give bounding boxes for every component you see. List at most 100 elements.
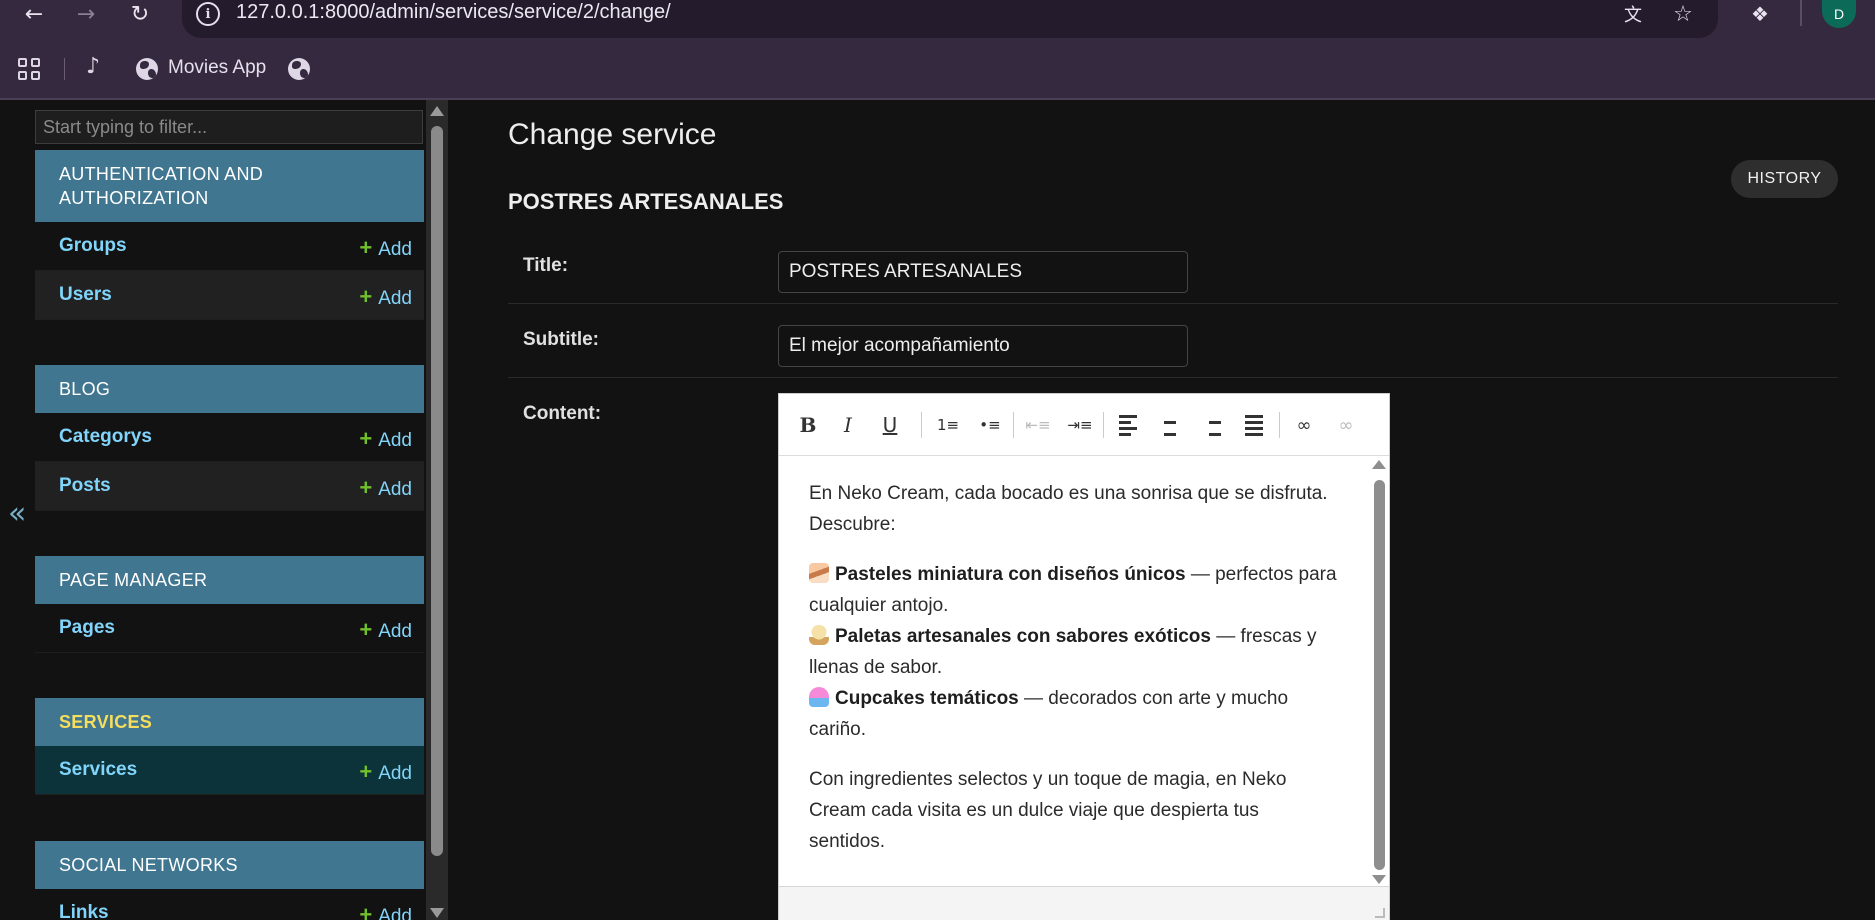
nav-filter-input[interactable]	[35, 110, 423, 144]
align-center-icon[interactable]	[1153, 410, 1187, 440]
profile-avatar[interactable]: D	[1822, 0, 1856, 28]
add-categorys-link[interactable]: + Add	[359, 426, 412, 452]
model-link-services[interactable]: Services	[59, 759, 137, 781]
plus-icon: +	[359, 284, 373, 309]
toolbar-separator	[1103, 412, 1104, 438]
model-link-links[interactable]: Links	[59, 902, 109, 920]
sidebar-scroll-thumb[interactable]	[431, 126, 443, 856]
scroll-up-icon[interactable]	[430, 106, 444, 116]
module-blog: BLOG Categorys + Add Posts + Add	[35, 365, 424, 511]
plus-icon: +	[359, 475, 373, 500]
ordered-list-icon[interactable]: 1≡	[931, 410, 965, 440]
history-button[interactable]: HISTORY	[1731, 160, 1838, 198]
editor-toolbar: B I U 1≡ •≡ ⇤≡ ⇥≡ ∞ ∞	[779, 394, 1389, 456]
globe-icon	[136, 58, 158, 80]
content-editor[interactable]: B I U 1≡ •≡ ⇤≡ ⇥≡ ∞ ∞ En Neko Cream, cad…	[778, 393, 1390, 920]
model-link-groups[interactable]: Groups	[59, 235, 127, 257]
model-row-posts: Posts + Add	[35, 462, 424, 511]
bullet-list-icon[interactable]: •≡	[973, 410, 1007, 440]
browser-chrome: ← → ↻ i 127.0.0.1:8000/admin/services/se…	[0, 0, 1875, 100]
forward-icon[interactable]: →	[68, 0, 104, 28]
add-pages-link[interactable]: + Add	[359, 617, 412, 643]
align-left-icon[interactable]	[1111, 410, 1145, 440]
outdent-icon[interactable]: ⇤≡	[1021, 410, 1055, 440]
bookmark-star-icon[interactable]: ☆	[1668, 0, 1698, 28]
editor-scroll-up-icon[interactable]	[1372, 460, 1386, 469]
subtitle-input[interactable]	[778, 325, 1188, 367]
back-icon[interactable]: ←	[16, 0, 52, 28]
content-label: Content:	[523, 403, 602, 424]
content-item-1: Pasteles miniatura con diseños únicos — …	[809, 563, 1337, 616]
plus-icon: +	[359, 759, 373, 784]
model-row-users: Users + Add	[35, 271, 424, 320]
align-right-icon[interactable]	[1195, 410, 1229, 440]
reload-icon[interactable]: ↻	[122, 0, 158, 28]
page-title: Change service	[508, 118, 717, 151]
editor-scroll-down-icon[interactable]	[1372, 875, 1386, 884]
toolbar-separator	[921, 412, 922, 438]
cupcake-icon	[809, 687, 829, 707]
plus-icon: +	[359, 235, 373, 260]
object-title: POSTRES ARTESANALES	[508, 189, 784, 214]
add-users-link[interactable]: + Add	[359, 284, 412, 310]
bookmarks-separator	[64, 58, 65, 80]
add-posts-link[interactable]: + Add	[359, 475, 412, 501]
module-caption-page-manager[interactable]: PAGE MANAGER	[35, 556, 424, 604]
editor-scrollbar[interactable]	[1369, 456, 1389, 886]
italic-icon[interactable]: I	[831, 410, 865, 440]
module-services: SERVICES Services + Add	[35, 698, 424, 795]
add-groups-link[interactable]: + Add	[359, 235, 412, 261]
model-link-posts[interactable]: Posts	[59, 475, 111, 497]
model-link-users[interactable]: Users	[59, 284, 112, 306]
add-services-link[interactable]: + Add	[359, 759, 412, 785]
toolbar-separator	[1013, 412, 1014, 438]
translate-icon[interactable]: 文	[1618, 0, 1648, 28]
title-input[interactable]	[778, 251, 1188, 293]
address-url[interactable]: 127.0.0.1:8000/admin/services/service/2/…	[236, 1, 671, 24]
globe-bookmark-icon[interactable]	[288, 58, 310, 80]
editor-statusbar	[779, 886, 1389, 920]
resize-handle-icon[interactable]	[1375, 908, 1385, 918]
bookmark-movies-app[interactable]: Movies App	[168, 57, 266, 79]
plus-icon: +	[359, 617, 373, 642]
scroll-down-icon[interactable]	[430, 908, 444, 918]
editor-scroll-thumb[interactable]	[1374, 480, 1385, 870]
tool-bookmark-icon[interactable]: ♪	[86, 54, 100, 79]
extensions-icon[interactable]: ❖	[1744, 0, 1776, 28]
model-link-categorys[interactable]: Categorys	[59, 426, 152, 448]
model-row-pages: Pages + Add	[35, 604, 424, 653]
ice-pop-icon	[809, 625, 829, 645]
module-caption-services[interactable]: SERVICES	[35, 698, 424, 746]
module-auth: AUTHENTICATION AND AUTHORIZATION Groups …	[35, 150, 424, 320]
subtitle-label: Subtitle:	[523, 329, 599, 350]
module-page-manager: PAGE MANAGER Pages + Add	[35, 556, 424, 653]
sidebar-scrollbar[interactable]	[426, 100, 448, 920]
underline-icon[interactable]: U	[873, 410, 907, 440]
cake-icon	[809, 563, 829, 583]
model-link-pages[interactable]: Pages	[59, 617, 115, 639]
toolbar-separator	[1279, 412, 1280, 438]
sidebar-toggle[interactable]: «	[0, 100, 34, 920]
content-intro: En Neko Cream, cada bocado es una sonris…	[809, 483, 1328, 535]
module-caption-auth[interactable]: AUTHENTICATION AND AUTHORIZATION	[35, 150, 424, 222]
toolbar-divider	[1800, 0, 1802, 26]
site-info-icon[interactable]: i	[196, 2, 220, 26]
collapse-icon[interactable]: «	[8, 496, 26, 531]
apps-grid-icon[interactable]	[18, 58, 40, 80]
link-icon[interactable]: ∞	[1287, 410, 1321, 440]
align-justify-icon[interactable]	[1237, 410, 1271, 440]
bold-icon[interactable]: B	[791, 410, 825, 440]
plus-icon: +	[359, 902, 373, 920]
address-bar[interactable]: i 127.0.0.1:8000/admin/services/service/…	[182, 0, 1718, 38]
add-links-link[interactable]: + Add	[359, 902, 412, 920]
indent-icon[interactable]: ⇥≡	[1063, 410, 1097, 440]
module-caption-social-networks[interactable]: SOCIAL NETWORKS	[35, 841, 424, 889]
model-row-categorys: Categorys + Add	[35, 413, 424, 462]
model-row-services: Services + Add	[35, 746, 424, 795]
content-outro: Con ingredientes selectos y un toque de …	[809, 769, 1287, 852]
editor-content[interactable]: En Neko Cream, cada bocado es una sonris…	[779, 456, 1369, 884]
model-row-links: Links + Add	[35, 889, 424, 920]
unlink-icon[interactable]: ∞	[1329, 410, 1363, 440]
module-caption-blog[interactable]: BLOG	[35, 365, 424, 413]
content-item-2: Paletas artesanales con sabores exóticos…	[809, 625, 1317, 678]
